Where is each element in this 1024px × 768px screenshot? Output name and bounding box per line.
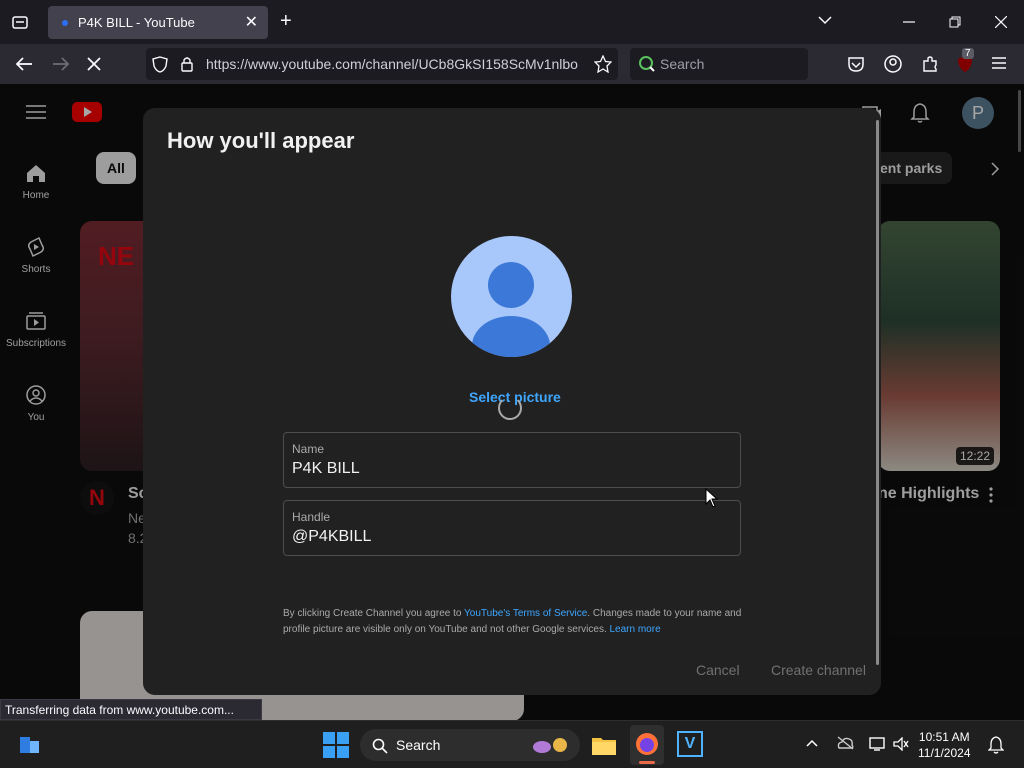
- browser-toolbar: https://www.youtube.com/channel/UCb8GkSI…: [0, 44, 1024, 84]
- account-icon[interactable]: [884, 55, 902, 73]
- close-window-icon[interactable]: [995, 16, 1007, 28]
- vpn-app-icon[interactable]: V: [677, 731, 703, 757]
- lock-icon[interactable]: [180, 56, 194, 72]
- learn-more-link[interactable]: Learn more: [610, 624, 661, 635]
- terms-text-part1: By clicking Create Channel you agree to: [283, 608, 465, 619]
- chevron-down-icon[interactable]: [818, 15, 832, 25]
- pocket-icon[interactable]: [847, 56, 865, 73]
- dialog-scrollbar[interactable]: [876, 120, 879, 665]
- clock-time: 10:51 AM: [918, 730, 970, 744]
- active-app-indicator: [639, 761, 655, 764]
- handle-input[interactable]: @P4KBILL: [292, 528, 371, 546]
- windows-taskbar: Search V 10:51 AM 11/1/2024: [0, 720, 1024, 768]
- loading-indicator-icon: [62, 20, 68, 26]
- extension-badge: 7: [962, 48, 974, 59]
- dialog-title: How you'll appear: [167, 128, 355, 153]
- address-bar[interactable]: https://www.youtube.com/channel/UCb8GkSI…: [146, 48, 618, 80]
- firefox-taskbar-button[interactable]: [630, 725, 664, 765]
- browser-tab-bar: P4K BILL - YouTube ✕ +: [0, 0, 1024, 44]
- shield-icon[interactable]: [152, 56, 168, 73]
- notification-center-icon[interactable]: [988, 736, 1004, 754]
- onedrive-icon[interactable]: [836, 736, 854, 750]
- system-clock[interactable]: 10:51 AM 11/1/2024: [918, 729, 971, 761]
- search-highlight-icon: [533, 738, 567, 753]
- search-icon: [372, 738, 388, 754]
- back-icon[interactable]: [15, 56, 33, 72]
- browser-tab[interactable]: P4K BILL - YouTube ✕: [48, 6, 268, 39]
- handle-label: Handle: [292, 510, 331, 524]
- chevron-up-icon[interactable]: [806, 739, 818, 747]
- forward-icon[interactable]: [52, 56, 70, 72]
- browser-search-box[interactable]: Search: [630, 48, 808, 80]
- terms-text: By clicking Create Channel you agree to …: [283, 606, 753, 638]
- search-engine-icon: [639, 56, 655, 72]
- restore-icon[interactable]: [949, 16, 961, 28]
- menu-icon[interactable]: [992, 57, 1006, 69]
- mouse-cursor-icon: [705, 488, 719, 508]
- name-field[interactable]: Name P4K BILL: [283, 432, 741, 488]
- taskbar-search-placeholder: Search: [396, 737, 441, 753]
- tab-list-icon[interactable]: [12, 14, 28, 30]
- avatar-body-shape: [472, 316, 550, 357]
- name-input[interactable]: P4K BILL: [292, 460, 360, 478]
- create-channel-button[interactable]: Create channel: [771, 662, 866, 678]
- firefox-icon: [636, 733, 658, 755]
- new-tab-icon[interactable]: +: [280, 10, 292, 33]
- handle-field[interactable]: Handle @P4KBILL: [283, 500, 741, 556]
- clock-date: 11/1/2024: [918, 746, 971, 760]
- name-label: Name: [292, 442, 325, 456]
- network-icon[interactable]: [868, 736, 886, 752]
- windows-start-icon[interactable]: [322, 731, 350, 759]
- extensions-icon[interactable]: [921, 55, 939, 73]
- volume-muted-icon[interactable]: [893, 737, 909, 751]
- taskbar-search-box[interactable]: Search: [360, 729, 580, 761]
- browser-search-placeholder: Search: [660, 56, 705, 72]
- minimize-icon[interactable]: [903, 21, 915, 23]
- cancel-button[interactable]: Cancel: [696, 662, 740, 678]
- bookmark-star-icon[interactable]: [594, 55, 612, 73]
- close-tab-icon[interactable]: ✕: [245, 12, 258, 32]
- terms-of-service-link[interactable]: YouTube's Terms of Service: [464, 608, 587, 619]
- file-explorer-icon[interactable]: [590, 731, 618, 759]
- tab-title: P4K BILL - YouTube: [78, 15, 195, 30]
- url-text[interactable]: https://www.youtube.com/channel/UCb8GkSI…: [206, 56, 586, 72]
- status-bar: Transferring data from www.youtube.com..…: [0, 699, 262, 720]
- profile-picture-placeholder[interactable]: [451, 236, 572, 357]
- stop-loading-icon[interactable]: [87, 57, 101, 71]
- avatar-head-shape: [488, 262, 534, 308]
- widgets-icon[interactable]: [18, 733, 46, 761]
- loading-spinner-icon: [498, 396, 522, 420]
- ublock-extension-button[interactable]: 7: [956, 48, 974, 74]
- create-channel-dialog: How you'll appear Select picture Name P4…: [143, 108, 881, 695]
